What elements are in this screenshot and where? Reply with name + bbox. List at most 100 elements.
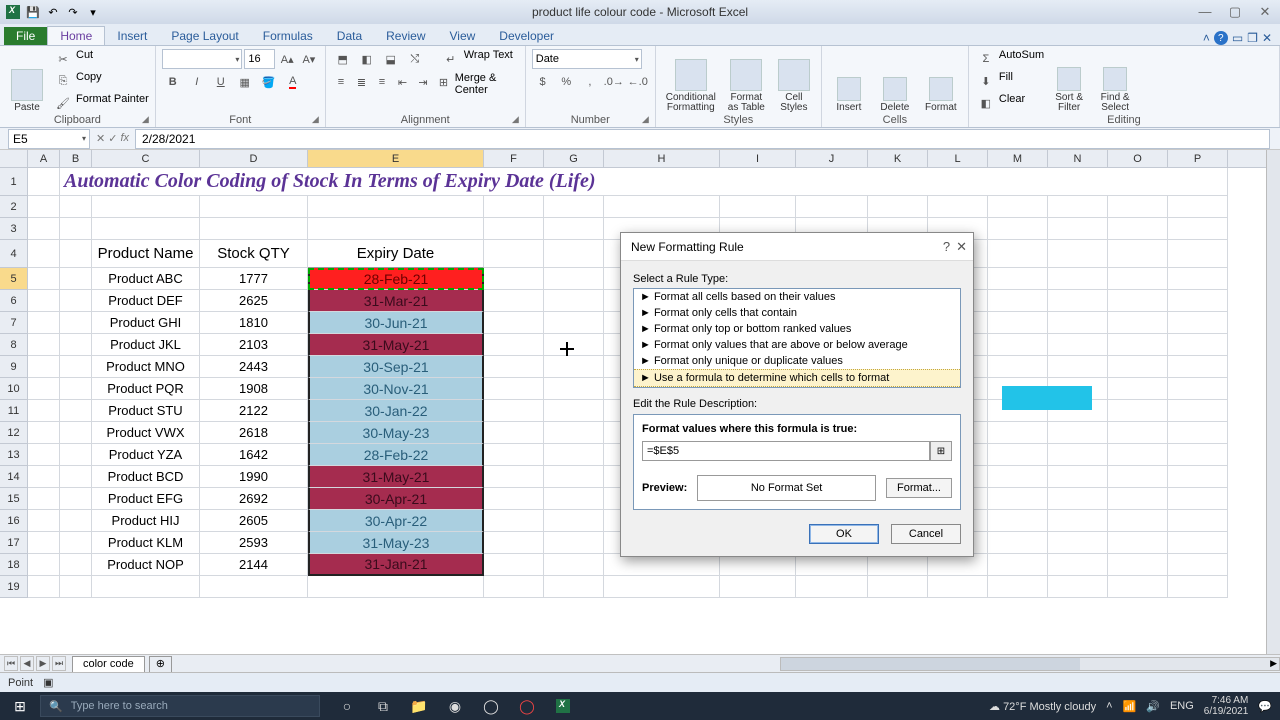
cell[interactable] — [60, 466, 92, 488]
cell[interactable] — [28, 196, 60, 218]
enter-formula-icon[interactable]: ✓ — [108, 132, 117, 145]
cell[interactable]: Product ABC — [92, 268, 200, 290]
autosum-button[interactable]: ΣAutoSum — [975, 49, 1044, 69]
select-all-corner[interactable] — [0, 150, 28, 167]
row-header[interactable]: 14 — [0, 466, 28, 488]
cell[interactable] — [28, 576, 60, 598]
cell[interactable] — [200, 218, 308, 240]
sort-filter-button[interactable]: Sort & Filter — [1048, 49, 1090, 113]
cell[interactable]: 2122 — [200, 400, 308, 422]
font-size-select[interactable]: 16 — [244, 49, 275, 69]
cell[interactable] — [544, 334, 604, 356]
cell[interactable] — [544, 312, 604, 334]
cell[interactable] — [60, 444, 92, 466]
wrap-text-button[interactable]: Wrap Text — [464, 49, 513, 69]
decrease-indent-icon[interactable]: ⇤ — [393, 72, 412, 92]
rule-type-item[interactable]: ► Format only unique or duplicate values — [634, 353, 960, 369]
column-header[interactable]: L — [928, 150, 988, 167]
cell[interactable] — [868, 196, 928, 218]
tab-review[interactable]: Review — [374, 27, 437, 45]
delete-cells-button[interactable]: Delete — [874, 49, 916, 113]
cell[interactable] — [484, 510, 544, 532]
paste-button[interactable]: Paste — [6, 49, 48, 113]
cell[interactable]: 2144 — [200, 554, 308, 576]
cell[interactable] — [28, 356, 60, 378]
language-indicator[interactable]: ENG — [1170, 700, 1194, 712]
launcher-icon[interactable]: ◢ — [142, 114, 149, 125]
horizontal-scrollbar[interactable]: ◀▶ — [780, 657, 1280, 671]
align-center-icon[interactable]: ≣ — [352, 72, 371, 92]
row-header[interactable]: 7 — [0, 312, 28, 334]
close-icon[interactable]: ✕ — [1250, 4, 1280, 20]
cell[interactable] — [28, 218, 60, 240]
fx-icon[interactable]: fx — [120, 132, 129, 145]
clock[interactable]: 7:46 AM 6/19/2021 — [1204, 695, 1249, 717]
cell[interactable] — [1048, 576, 1108, 598]
cell[interactable] — [796, 576, 868, 598]
cell[interactable] — [484, 554, 544, 576]
cell[interactable] — [484, 576, 544, 598]
cell-styles-button[interactable]: Cell Styles — [773, 49, 815, 113]
column-header[interactable]: A — [28, 150, 60, 167]
cell[interactable] — [28, 312, 60, 334]
vertical-scrollbar[interactable] — [1266, 150, 1280, 664]
window-restore-icon[interactable]: ❐ — [1247, 31, 1258, 45]
cell[interactable] — [1048, 444, 1108, 466]
cell[interactable] — [1048, 510, 1108, 532]
cell[interactable] — [1168, 422, 1228, 444]
cell[interactable]: 30-Nov-21 — [308, 378, 484, 400]
cell[interactable] — [988, 444, 1048, 466]
cell[interactable] — [484, 240, 544, 268]
cell[interactable] — [60, 290, 92, 312]
cell[interactable] — [1168, 510, 1228, 532]
italic-icon[interactable]: I — [186, 72, 208, 92]
cell[interactable] — [544, 488, 604, 510]
cell[interactable]: Stock QTY — [200, 240, 308, 268]
cell[interactable] — [1168, 240, 1228, 268]
cell[interactable] — [60, 576, 92, 598]
cell[interactable] — [484, 218, 544, 240]
cell[interactable] — [1108, 510, 1168, 532]
cell[interactable] — [1048, 532, 1108, 554]
cell[interactable] — [484, 400, 544, 422]
cell[interactable]: Product GHI — [92, 312, 200, 334]
cell[interactable] — [604, 576, 720, 598]
cell[interactable] — [544, 290, 604, 312]
orientation-icon[interactable]: ⤭ — [404, 49, 426, 69]
cell[interactable] — [484, 334, 544, 356]
cell[interactable]: 31-May-21 — [308, 466, 484, 488]
column-header[interactable]: M — [988, 150, 1048, 167]
column-header[interactable]: E — [308, 150, 484, 167]
cell[interactable] — [200, 196, 308, 218]
cell[interactable]: 1990 — [200, 466, 308, 488]
tab-insert[interactable]: Insert — [105, 27, 159, 45]
cell[interactable] — [92, 196, 200, 218]
cell[interactable] — [1108, 488, 1168, 510]
tab-data[interactable]: Data — [325, 27, 374, 45]
cell[interactable] — [928, 554, 988, 576]
cell[interactable] — [484, 422, 544, 444]
cell[interactable] — [988, 312, 1048, 334]
cell[interactable]: 30-Jun-21 — [308, 312, 484, 334]
cell[interactable]: 2103 — [200, 334, 308, 356]
cancel-formula-icon[interactable]: ✕ — [96, 132, 105, 145]
cell[interactable]: Product MNO — [92, 356, 200, 378]
row-header[interactable]: 16 — [0, 510, 28, 532]
cell[interactable] — [1168, 532, 1228, 554]
cell[interactable]: 31-May-23 — [308, 532, 484, 554]
cell[interactable] — [796, 196, 868, 218]
qat-dropdown-icon[interactable]: ▾ — [84, 3, 102, 21]
taskbar-search[interactable]: 🔍 Type here to search — [40, 695, 320, 717]
opera-icon[interactable]: ◯ — [512, 695, 542, 717]
cell[interactable] — [1168, 466, 1228, 488]
cell[interactable] — [60, 218, 92, 240]
range-selector-icon[interactable]: ⊞ — [930, 441, 952, 461]
first-sheet-icon[interactable]: ⏮ — [4, 656, 18, 671]
obs-icon[interactable]: ◉ — [440, 695, 470, 717]
cell[interactable] — [868, 576, 928, 598]
number-format-select[interactable]: Date▾ — [532, 49, 642, 69]
column-header[interactable]: B — [60, 150, 92, 167]
dialog-title-bar[interactable]: New Formatting Rule ? ✕ — [621, 233, 973, 261]
cell[interactable]: 31-Jan-21 — [308, 554, 484, 576]
row-headers[interactable]: 12345678910111213141516171819 — [0, 168, 28, 598]
